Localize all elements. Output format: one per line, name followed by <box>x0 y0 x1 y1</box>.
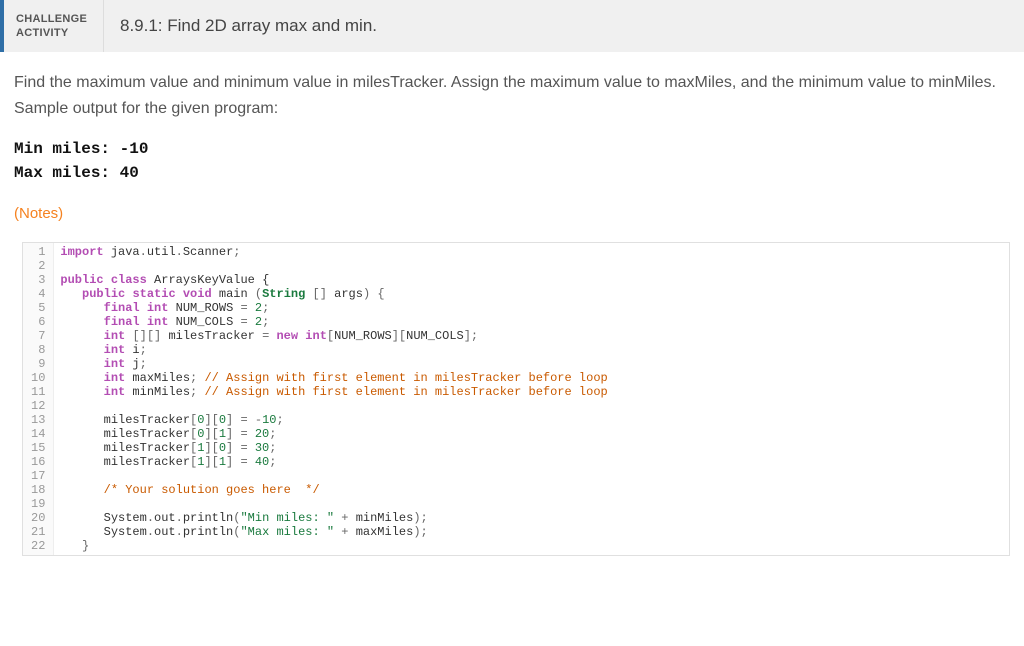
line-number: 4 <box>31 287 45 301</box>
line-number: 5 <box>31 301 45 315</box>
line-number: 13 <box>31 413 45 427</box>
line-number: 14 <box>31 427 45 441</box>
line-number: 1 <box>31 245 45 259</box>
code-line[interactable]: System.out.println("Max miles: " + maxMi… <box>60 525 1003 539</box>
code-content[interactable]: import java.util.Scanner; public class A… <box>54 243 1009 555</box>
challenge-header: CHALLENGE ACTIVITY 8.9.1: Find 2D array … <box>0 0 1024 52</box>
code-line[interactable]: System.out.println("Min miles: " + minMi… <box>60 511 1003 525</box>
line-number: 18 <box>31 483 45 497</box>
line-number: 6 <box>31 315 45 329</box>
code-line[interactable]: final int NUM_COLS = 2; <box>60 315 1003 329</box>
line-number: 9 <box>31 357 45 371</box>
code-line[interactable]: milesTracker[1][1] = 40; <box>60 455 1003 469</box>
code-line[interactable]: /* Your solution goes here */ <box>60 483 1003 497</box>
code-line[interactable] <box>60 259 1003 273</box>
line-number: 20 <box>31 511 45 525</box>
code-scroll-area[interactable]: 12345678910111213141516171819202122 impo… <box>23 243 1009 555</box>
line-number-gutter: 12345678910111213141516171819202122 <box>23 243 54 555</box>
code-line[interactable]: int [][] milesTracker = new int[NUM_ROWS… <box>60 329 1003 343</box>
line-number: 12 <box>31 399 45 413</box>
code-editor: 12345678910111213141516171819202122 impo… <box>22 242 1010 556</box>
notes-link[interactable]: (Notes) <box>14 205 1010 222</box>
challenge-word-2: ACTIVITY <box>16 26 91 40</box>
line-number: 10 <box>31 371 45 385</box>
sample-output: Min miles: -10 Max miles: 40 <box>14 137 1010 185</box>
code-line[interactable]: final int NUM_ROWS = 2; <box>60 301 1003 315</box>
code-line[interactable] <box>60 497 1003 511</box>
instruction-text: Find the maximum value and minimum value… <box>14 70 1010 121</box>
code-line[interactable] <box>60 469 1003 483</box>
line-number: 15 <box>31 441 45 455</box>
line-number: 16 <box>31 455 45 469</box>
code-line[interactable]: milesTracker[0][0] = -10; <box>60 413 1003 427</box>
line-number: 22 <box>31 539 45 553</box>
code-line[interactable]: int j; <box>60 357 1003 371</box>
code-line[interactable]: int i; <box>60 343 1003 357</box>
code-line[interactable]: } <box>60 539 1003 553</box>
line-number: 2 <box>31 259 45 273</box>
code-line[interactable]: public class ArraysKeyValue { <box>60 273 1003 287</box>
code-line[interactable] <box>60 399 1003 413</box>
code-line[interactable]: public static void main (String [] args)… <box>60 287 1003 301</box>
code-line[interactable]: int minMiles; // Assign with first eleme… <box>60 385 1003 399</box>
line-number: 3 <box>31 273 45 287</box>
line-number: 19 <box>31 497 45 511</box>
line-number: 7 <box>31 329 45 343</box>
code-line[interactable]: int maxMiles; // Assign with first eleme… <box>60 371 1003 385</box>
content-area: Find the maximum value and minimum value… <box>0 52 1024 222</box>
line-number: 8 <box>31 343 45 357</box>
challenge-title: 8.9.1: Find 2D array max and min. <box>104 0 393 52</box>
line-number: 21 <box>31 525 45 539</box>
line-number: 17 <box>31 469 45 483</box>
code-line[interactable]: import java.util.Scanner; <box>60 245 1003 259</box>
line-number: 11 <box>31 385 45 399</box>
challenge-word-1: CHALLENGE <box>16 12 91 26</box>
code-line[interactable]: milesTracker[1][0] = 30; <box>60 441 1003 455</box>
code-line[interactable]: milesTracker[0][1] = 20; <box>60 427 1003 441</box>
challenge-activity-label: CHALLENGE ACTIVITY <box>4 0 104 52</box>
